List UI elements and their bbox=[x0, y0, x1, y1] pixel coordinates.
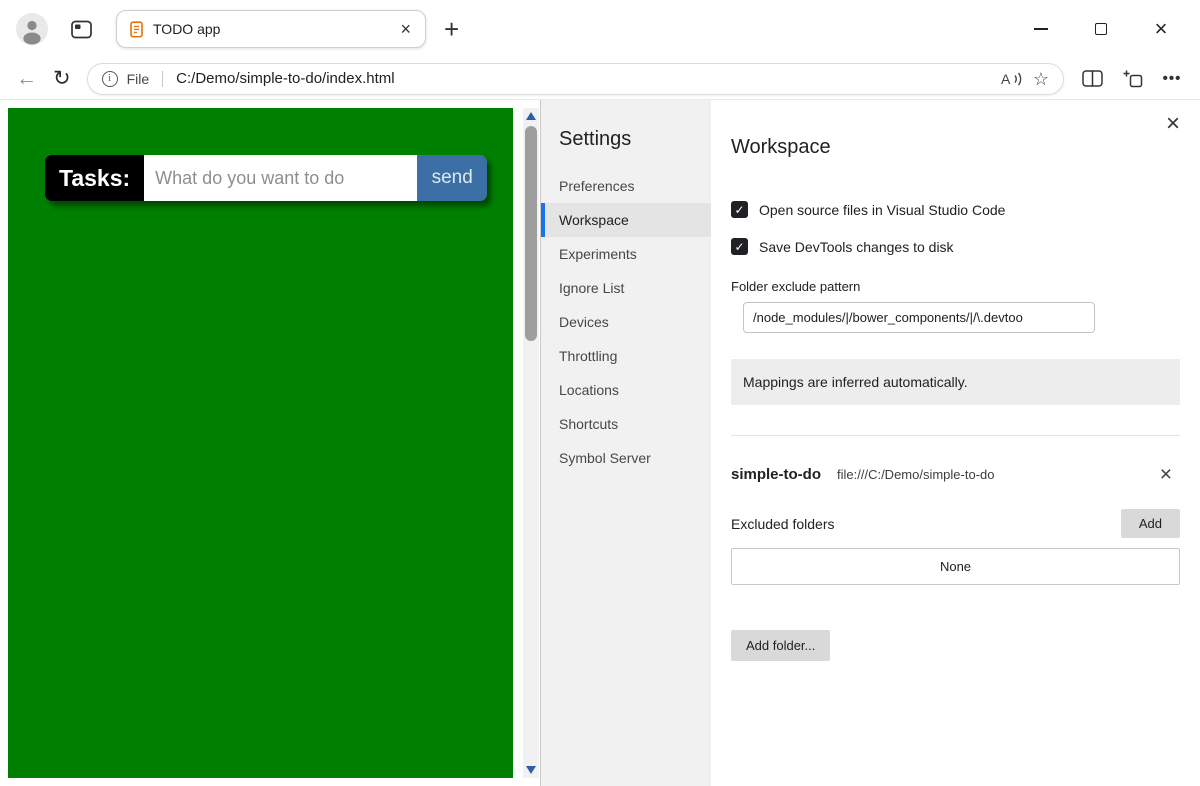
page-favicon-icon bbox=[129, 21, 144, 38]
workspace-folder-row: simple-to-do file:///C:/Demo/simple-to-d… bbox=[731, 464, 1180, 485]
content-area: Tasks: send Settings Preferences Workspa… bbox=[0, 100, 1200, 786]
page-viewport: Tasks: send bbox=[0, 100, 540, 786]
save-changes-label: Save DevTools changes to disk bbox=[759, 239, 954, 255]
task-bar: Tasks: send bbox=[45, 155, 487, 201]
settings-nav-locations[interactable]: Locations bbox=[541, 373, 711, 407]
section-divider bbox=[731, 435, 1180, 436]
settings-nav-shortcuts[interactable]: Shortcuts bbox=[541, 407, 711, 441]
maximize-icon bbox=[1095, 23, 1107, 35]
scrollbar-thumb[interactable] bbox=[525, 126, 537, 341]
page-scrollbar[interactable] bbox=[523, 108, 539, 778]
address-bar[interactable]: i File C:/Demo/simple-to-do/index.html A… bbox=[87, 63, 1064, 95]
excluded-folders-row: Excluded folders Add bbox=[731, 509, 1180, 538]
new-tab-button[interactable]: + bbox=[444, 16, 459, 42]
tasks-label: Tasks: bbox=[45, 155, 144, 201]
open-in-vscode-checkbox[interactable]: ✓ bbox=[731, 201, 748, 218]
remove-folder-icon[interactable]: × bbox=[1160, 464, 1172, 485]
profile-avatar[interactable] bbox=[16, 13, 48, 45]
url-text: C:/Demo/simple-to-do/index.html bbox=[176, 70, 394, 87]
add-excluded-folder-button[interactable]: Add bbox=[1121, 509, 1180, 538]
todo-page-body: Tasks: send bbox=[8, 108, 513, 778]
excluded-folders-empty-list: None bbox=[731, 548, 1180, 585]
scroll-up-button[interactable] bbox=[523, 108, 539, 124]
settings-nav-devices[interactable]: Devices bbox=[541, 305, 711, 339]
window-controls: × bbox=[1028, 16, 1184, 42]
settings-menu-icon[interactable]: ••• bbox=[1160, 70, 1184, 87]
read-aloud-icon[interactable]: A bbox=[1000, 70, 1024, 87]
back-button[interactable]: ← bbox=[16, 68, 37, 89]
page-info-icon[interactable]: i bbox=[102, 71, 118, 87]
scroll-down-arrow-icon bbox=[526, 766, 536, 774]
svg-text:A: A bbox=[1001, 71, 1011, 87]
check-icon: ✓ bbox=[734, 203, 744, 217]
minimize-button[interactable] bbox=[1028, 16, 1054, 42]
settings-nav-symbol-server[interactable]: Symbol Server bbox=[541, 441, 711, 475]
settings-nav-preferences[interactable]: Preferences bbox=[541, 169, 711, 203]
url-scheme-label: File bbox=[127, 71, 150, 87]
tab-actions-icon[interactable] bbox=[68, 16, 94, 42]
person-icon bbox=[16, 13, 48, 45]
close-icon: × bbox=[1155, 18, 1168, 40]
address-divider bbox=[162, 71, 163, 87]
workspace-title: Workspace bbox=[731, 136, 1180, 159]
maximize-button[interactable] bbox=[1088, 16, 1114, 42]
folder-exclude-label: Folder exclude pattern bbox=[731, 279, 1180, 294]
settings-nav-throttling[interactable]: Throttling bbox=[541, 339, 711, 373]
devtools-panel: Settings Preferences Workspace Experimen… bbox=[540, 100, 1200, 786]
refresh-button[interactable]: ↻ bbox=[53, 68, 71, 89]
check-icon: ✓ bbox=[734, 240, 744, 254]
folder-path: file:///C:/Demo/simple-to-do bbox=[837, 467, 995, 482]
scroll-up-arrow-icon bbox=[526, 112, 536, 120]
open-in-vscode-label: Open source files in Visual Studio Code bbox=[759, 202, 1005, 218]
settings-nav-ignore-list[interactable]: Ignore List bbox=[541, 271, 711, 305]
browser-toolbar: ← ↻ i File C:/Demo/simple-to-do/index.ht… bbox=[0, 58, 1200, 100]
add-folder-button[interactable]: Add folder... bbox=[731, 630, 830, 661]
settings-heading: Settings bbox=[541, 128, 711, 169]
save-changes-row[interactable]: ✓ Save DevTools changes to disk bbox=[731, 238, 1180, 255]
close-window-button[interactable]: × bbox=[1148, 16, 1174, 42]
settings-close-icon[interactable]: × bbox=[1166, 112, 1180, 136]
settings-nav: Settings Preferences Workspace Experimen… bbox=[541, 100, 711, 786]
send-button[interactable]: send bbox=[417, 155, 487, 201]
settings-nav-experiments[interactable]: Experiments bbox=[541, 237, 711, 271]
open-in-vscode-row[interactable]: ✓ Open source files in Visual Studio Cod… bbox=[731, 201, 1180, 218]
split-screen-icon[interactable] bbox=[1080, 70, 1104, 87]
excluded-folders-label: Excluded folders bbox=[731, 516, 835, 532]
folder-exclude-input[interactable] bbox=[743, 302, 1095, 333]
settings-nav-workspace[interactable]: Workspace bbox=[541, 203, 711, 237]
task-input[interactable] bbox=[144, 155, 417, 201]
workspace-settings-pane: × Workspace ✓ Open source files in Visua… bbox=[711, 100, 1200, 786]
minimize-icon bbox=[1034, 28, 1048, 30]
tab-close-icon[interactable]: × bbox=[398, 20, 413, 38]
tab-title: TODO app bbox=[153, 21, 389, 37]
browser-tab[interactable]: TODO app × bbox=[116, 10, 426, 48]
mappings-info-message: Mappings are inferred automatically. bbox=[731, 359, 1180, 405]
tab-strip: TODO app × + × bbox=[0, 0, 1200, 58]
favorites-star-icon[interactable]: ☆ bbox=[1033, 70, 1049, 88]
collections-icon[interactable] bbox=[1120, 69, 1144, 88]
folder-name: simple-to-do bbox=[731, 466, 821, 483]
save-changes-checkbox[interactable]: ✓ bbox=[731, 238, 748, 255]
scroll-down-button[interactable] bbox=[523, 762, 539, 778]
